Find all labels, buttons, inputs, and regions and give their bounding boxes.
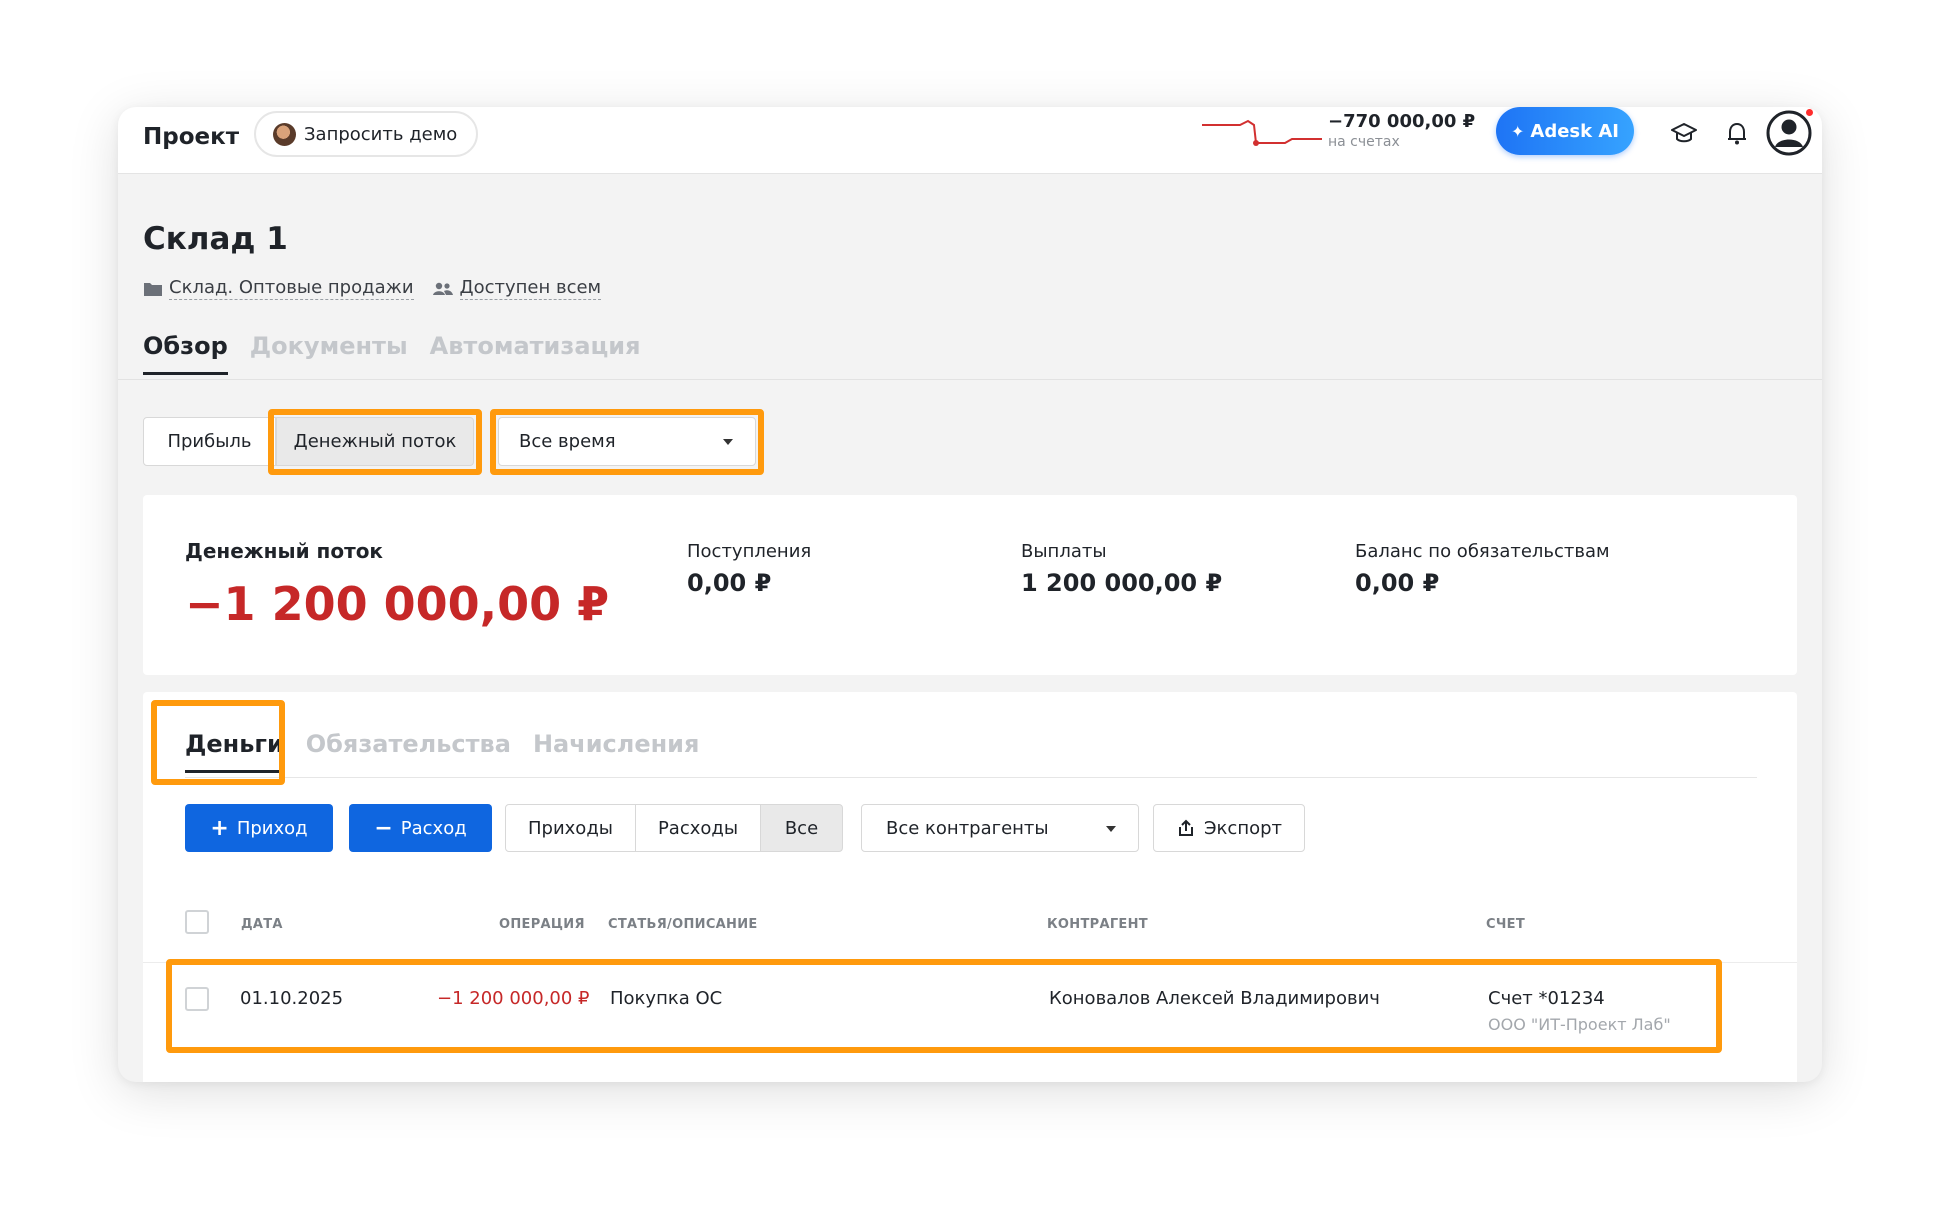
add-expense-button[interactable]: − Расход [349,804,492,852]
page-title: Склад 1 [143,221,288,257]
liabilities-value: 0,00 ₽ [1355,569,1440,597]
cashflow-value: −1 200 000,00 ₽ [185,577,610,631]
period-select[interactable]: Все время [498,417,756,466]
users-icon [432,282,453,295]
payments-value: 1 200 000,00 ₽ [1021,569,1223,597]
ai-assistant-button[interactable]: ✦ Adesk AI [1496,107,1634,155]
demo-avatar-icon [273,122,296,146]
filter-expenses-button[interactable]: Расходы [635,804,761,852]
project-meta: Склад. Оптовые продажи Доступен всем [143,277,619,300]
row-amount: −1 200 000,00 ₽ [437,988,590,1009]
counterparty-select[interactable]: Все контрагенты [861,804,1139,852]
tabs-divider [118,379,1822,380]
column-operation[interactable]: ОПЕРАЦИЯ [499,917,585,932]
select-all-checkbox[interactable] [185,910,209,934]
money-card: Деньги Обязательства Начисления + Приход… [143,692,1797,1082]
row-account: Счет *01234 [1488,988,1605,1009]
app-window: Проект Запросить демо −770 000,00 ₽ на с… [118,107,1822,1082]
cashflow-label: Денежный поток [185,539,384,563]
ai-assistant-label: Adesk AI [1530,120,1619,142]
income-label: Поступления [687,541,812,562]
export-button[interactable]: Экспорт [1153,804,1305,852]
brand-title: Проект [143,124,240,150]
column-category[interactable]: СТАТЬЯ/ОПИСАНИЕ [608,917,758,932]
period-select-value: Все время [519,431,616,452]
tab-automation[interactable]: Автоматизация [430,332,641,375]
liabilities-label: Баланс по обязательствам [1355,541,1610,562]
project-folder: Склад. Оптовые продажи [169,277,414,300]
money-tabs-divider [185,777,1757,778]
filter-all-button[interactable]: Все [760,804,843,852]
row-counterparty: Коновалов Алексей Владимирович [1049,988,1380,1009]
payments-label: Выплаты [1021,541,1107,562]
row-category: Покупка ОС [610,988,723,1009]
request-demo-button[interactable]: Запросить демо [254,111,479,157]
balance-sparkline [1202,119,1322,146]
request-demo-label: Запросить демо [304,123,458,145]
chevron-down-icon [1106,826,1116,832]
balance-caption: на счетах [1328,134,1400,150]
table-header-divider [143,962,1797,963]
column-account[interactable]: СЧЕТ [1486,917,1525,932]
tab-money[interactable]: Деньги [185,730,284,773]
minus-icon: − [374,815,393,841]
income-value: 0,00 ₽ [687,569,772,597]
top-bar: Проект Запросить демо −770 000,00 ₽ на с… [118,107,1822,174]
tab-overview[interactable]: Обзор [143,332,228,375]
sparkle-icon: ✦ [1510,121,1525,141]
money-tabs: Деньги Обязательства Начисления [185,730,721,773]
tab-documents[interactable]: Документы [250,332,408,375]
export-icon [1178,819,1193,836]
filter-incomes-button[interactable]: Приходы [505,804,636,852]
chevron-down-icon [723,439,733,445]
row-company: ООО "ИТ-Проект Лаб" [1488,1015,1671,1034]
mode-profit-button[interactable]: Прибыль [143,417,276,466]
column-counterparty[interactable]: КОНТРАГЕНТ [1047,917,1148,932]
main-tabs: Обзор Документы Автоматизация [143,332,663,375]
row-date: 01.10.2025 [240,988,344,1009]
mode-cashflow-button[interactable]: Денежный поток [276,417,474,466]
notification-dot [1804,107,1815,118]
plus-icon: + [210,815,229,841]
balance-amount: −770 000,00 ₽ [1328,111,1476,132]
bell-icon[interactable] [1723,119,1751,147]
tab-liabilities[interactable]: Обязательства [306,730,511,773]
project-folder-link[interactable]: Склад. Оптовые продажи [143,277,414,300]
column-date[interactable]: ДАТА [241,917,283,932]
export-label: Экспорт [1203,817,1283,839]
counterparty-select-value: Все контрагенты [886,817,1049,839]
project-access: Доступен всем [459,277,602,300]
summary-card: Денежный поток −1 200 000,00 ₽ Поступлен… [143,495,1797,675]
folder-icon [144,282,162,296]
row-checkbox[interactable] [185,987,209,1011]
tab-accruals[interactable]: Начисления [533,730,699,773]
project-access-link[interactable]: Доступен всем [432,277,602,300]
add-expense-label: Расход [400,817,467,839]
graduation-cap-icon[interactable] [1670,119,1698,147]
add-income-label: Приход [236,817,308,839]
add-income-button[interactable]: + Приход [185,804,333,852]
user-avatar-icon[interactable] [1766,110,1812,156]
